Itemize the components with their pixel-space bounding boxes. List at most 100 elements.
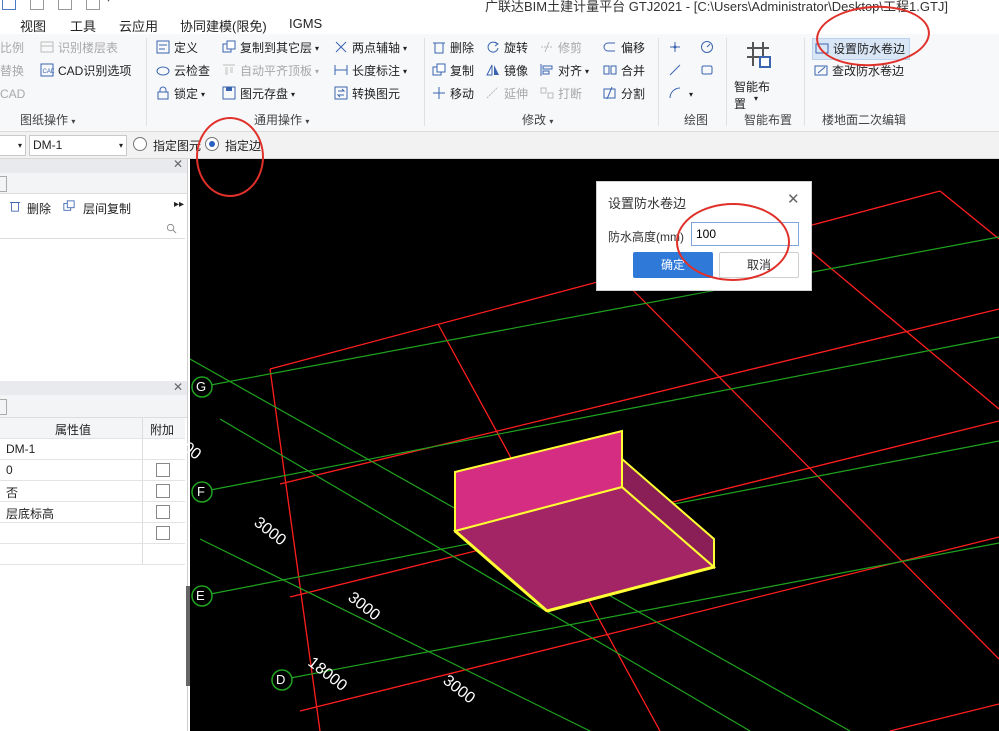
close-icon[interactable]: ✕ (173, 157, 183, 171)
draw-rect-button[interactable] (700, 61, 718, 81)
align-button[interactable]: 对齐 ▾ (540, 61, 589, 81)
split-button[interactable]: 分割 (603, 84, 645, 104)
draw-arc-button[interactable]: ▾ (668, 84, 693, 104)
group-drawing-ops[interactable]: 图纸操作 ▾ (20, 111, 75, 128)
copy-icon (432, 63, 446, 77)
menu-cloud[interactable]: 云应用 (119, 16, 158, 35)
draw-line-button[interactable] (668, 61, 686, 81)
move-button[interactable]: 移动 (432, 84, 474, 104)
smart-layout-icon (743, 40, 773, 70)
table-row[interactable] (0, 544, 185, 565)
copy-button[interactable]: 复制 (432, 61, 474, 81)
cad-icon: CAD (40, 63, 54, 77)
trash-icon (9, 200, 21, 212)
property-value[interactable]: 0 (6, 463, 13, 477)
extra-checkbox[interactable] (156, 505, 170, 519)
cloud-icon (156, 63, 170, 77)
menu-view[interactable]: 视图 (20, 16, 46, 35)
property-value[interactable]: 层底标高 (6, 505, 54, 522)
table-row[interactable]: 层底标高 (0, 502, 185, 523)
draw-point-button[interactable] (668, 38, 686, 58)
options-bar: ▾ DM-1 ▾ 指定图元 指定边 (0, 132, 999, 159)
copy-to-other-floor-button[interactable]: 复制到其它层 ▾ (222, 38, 319, 58)
table-row[interactable] (0, 523, 185, 544)
group-modify[interactable]: 修改 ▾ (522, 111, 553, 128)
qa-icon[interactable] (86, 0, 100, 10)
panel-copy-floor-button[interactable]: 层间复制 (83, 200, 131, 217)
length-dim-button[interactable]: 长度标注 ▾ (334, 61, 407, 81)
tab-edge[interactable] (0, 176, 7, 192)
rotate-button[interactable]: 旋转 (486, 38, 528, 58)
mirror-button[interactable]: 镜像 (486, 61, 528, 81)
offset-button[interactable]: 偏移 (603, 38, 645, 58)
search-input[interactable] (0, 220, 185, 239)
merge-button[interactable]: 合并 (603, 61, 645, 81)
extra-checkbox[interactable] (156, 484, 170, 498)
ribbon-separator (658, 38, 659, 126)
copy-icon (63, 200, 75, 212)
two-point-axis-button[interactable]: 两点辅轴 ▾ (334, 38, 407, 58)
split-label: 分割 (621, 87, 646, 101)
menu-igms[interactable]: IGMS (289, 16, 322, 31)
property-value[interactable]: 否 (6, 484, 18, 501)
chevron-down-icon: ▾ (17, 141, 22, 150)
extra-checkbox[interactable] (156, 463, 170, 477)
delete-button[interactable]: 删除 (432, 38, 474, 58)
table-icon (40, 40, 54, 54)
axis-icon (334, 40, 348, 54)
quick-access-toolbar[interactable]: ▾ (2, 0, 122, 10)
more-icon[interactable]: ▸▸ (174, 199, 184, 210)
smart-layout-button[interactable]: 智能布置 ▾ (734, 40, 780, 111)
draw-circle-button[interactable] (700, 38, 718, 58)
auto-align-top-button[interactable]: 自动平齐顶板 ▾ (222, 61, 319, 81)
break-button[interactable]: 打断 (540, 84, 582, 104)
table-row[interactable]: 0 (0, 460, 185, 481)
drawing-canvas[interactable]: G F E D 3000 3000 3000 18000 00 (180, 159, 999, 731)
radio-specify-element[interactable] (133, 137, 147, 151)
property-value[interactable]: DM-1 (6, 442, 35, 456)
floor-element[interactable] (452, 429, 717, 613)
floor-select[interactable]: ▾ (0, 135, 26, 156)
panel-delete-button[interactable]: 删除 (27, 200, 51, 217)
axis-label-f: F (197, 484, 205, 499)
dialog-title: 设置防水卷边 (608, 196, 687, 211)
cad-options-button[interactable]: CAD CAD识别选项 (40, 61, 131, 81)
move-label: 移动 (450, 87, 475, 101)
close-icon[interactable]: ✕ (173, 380, 183, 394)
qa-icon[interactable] (2, 0, 16, 10)
menu-collab[interactable]: 协同建模(限免) (180, 16, 267, 35)
close-icon[interactable]: ✕ (787, 190, 800, 208)
group-smart: 智能布置 (744, 111, 792, 128)
table-row[interactable]: 否 (0, 481, 185, 502)
extend-button[interactable]: 延伸 (486, 84, 528, 104)
tab-edge[interactable] (0, 399, 7, 415)
table-row[interactable]: DM-1 (0, 439, 185, 460)
convert-element-button[interactable]: 转换图元 (334, 84, 400, 104)
element-save-button[interactable]: 图元存盘 ▾ (222, 84, 295, 104)
group-common-ops[interactable]: 通用操作 ▾ (254, 111, 309, 128)
extra-checkbox[interactable] (156, 526, 170, 540)
line-icon (668, 63, 682, 77)
mirror-label: 镜像 (504, 64, 529, 78)
define-button[interactable]: 定义 (156, 38, 198, 58)
menu-tools[interactable]: 工具 (70, 16, 96, 35)
element-select[interactable]: DM-1 ▾ (29, 135, 127, 156)
ratio-button[interactable]: 比例 (0, 38, 24, 58)
qa-icon[interactable] (58, 0, 72, 10)
column-divider (142, 523, 143, 543)
cad-button[interactable]: CAD (0, 84, 25, 104)
copy-to-other-floor-label: 复制到其它层 (240, 41, 313, 55)
replace-button[interactable]: 替换 (0, 61, 24, 81)
axis-label-g: G (196, 379, 207, 394)
qa-icon[interactable] (30, 0, 44, 10)
identify-floor-table-button[interactable]: 识别楼层表 (40, 38, 118, 58)
panel-tabbar (0, 173, 187, 194)
merge-icon (603, 63, 617, 77)
cloud-check-button[interactable]: 云检查 (156, 61, 210, 81)
lock-button[interactable]: 锁定 ▾ (156, 84, 205, 104)
qa-dropdown-icon[interactable]: ▾ (106, 0, 111, 5)
annotation-circle (196, 117, 264, 197)
trim-button[interactable]: 修剪 (540, 38, 582, 58)
group-modify-label: 修改 (522, 113, 547, 127)
header-value: 属性值 (55, 423, 92, 437)
